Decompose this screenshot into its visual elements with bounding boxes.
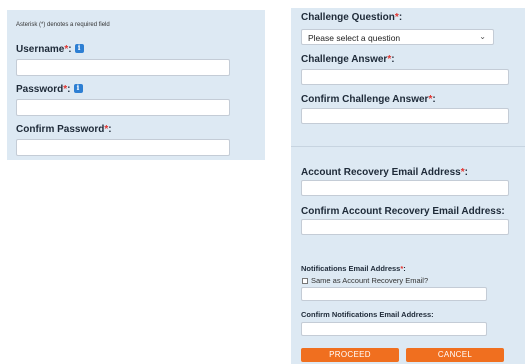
- password-input[interactable]: [16, 99, 230, 116]
- proceed-button[interactable]: PROCEED: [301, 348, 399, 362]
- confirm-challenge-answer-input[interactable]: [301, 108, 509, 124]
- recovery-email-label: Account Recovery Email Address*:: [301, 167, 468, 178]
- section-divider: [291, 146, 525, 147]
- notifications-email-input[interactable]: [301, 287, 487, 301]
- confirm-notifications-email-input[interactable]: [301, 322, 487, 336]
- challenge-question-label: Challenge Question*:: [301, 12, 403, 23]
- recovery-email-input[interactable]: [301, 180, 509, 196]
- confirm-password-label: Confirm Password*:: [16, 124, 112, 135]
- required-field-note: Asterisk (*) denotes a required field: [16, 22, 110, 28]
- username-label: Username*:: [16, 43, 84, 55]
- confirm-notifications-email-label: Confirm Notifications Email Address:: [301, 310, 434, 319]
- challenge-answer-label: Challenge Answer*:: [301, 54, 395, 65]
- confirm-recovery-email-input[interactable]: [301, 219, 509, 235]
- challenge-question-select[interactable]: Please select a question ⌄: [301, 29, 494, 45]
- username-info-icon[interactable]: [74, 43, 84, 53]
- username-input[interactable]: [16, 59, 230, 76]
- confirm-password-input[interactable]: [16, 139, 230, 156]
- confirm-challenge-answer-label: Confirm Challenge Answer*:: [301, 94, 436, 105]
- confirm-recovery-email-label: Confirm Account Recovery Email Address:: [301, 206, 505, 217]
- challenge-answer-input[interactable]: [301, 69, 509, 85]
- notifications-email-label: Notifications Email Address*:: [301, 264, 406, 273]
- same-as-recovery-checkbox[interactable]: [302, 278, 308, 284]
- password-info-icon[interactable]: [73, 83, 83, 93]
- chevron-down-icon: ⌄: [479, 32, 486, 41]
- cancel-button[interactable]: CANCEL: [406, 348, 504, 362]
- same-as-recovery-label: Same as Account Recovery Email?: [311, 276, 429, 285]
- password-label: Password*:: [16, 83, 83, 95]
